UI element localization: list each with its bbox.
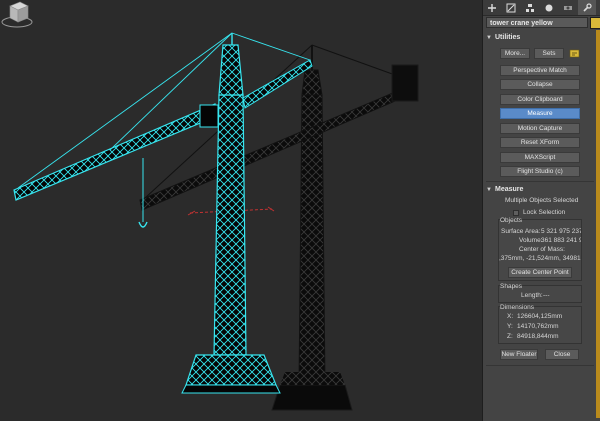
length-label: Length: bbox=[521, 292, 543, 299]
display-icon bbox=[564, 5, 572, 10]
scrollbar-thumb[interactable] bbox=[596, 30, 600, 418]
objects-group-label: Objects bbox=[500, 217, 523, 224]
command-panel: tower crane yellow ▼ Utilities More... Se… bbox=[482, 0, 600, 421]
modify-icon bbox=[506, 3, 516, 12]
shapes-group-label: Shapes bbox=[500, 283, 523, 290]
volume-label: Volume: bbox=[519, 237, 543, 244]
flight-studio-button[interactable]: Flight Studio (c) bbox=[500, 166, 580, 177]
sets-button[interactable]: Sets bbox=[534, 48, 564, 59]
dimension-y-value: 14170,762mm bbox=[517, 323, 559, 330]
utilities-icon bbox=[583, 2, 592, 12]
perspective-viewport[interactable] bbox=[0, 0, 482, 421]
viewcube-icon[interactable] bbox=[0, 0, 34, 30]
motion-capture-button[interactable]: Motion Capture bbox=[500, 123, 580, 134]
lock-selection-label: Lock Selection bbox=[523, 209, 566, 216]
close-button[interactable]: Close bbox=[545, 349, 579, 360]
tab-display[interactable] bbox=[559, 0, 577, 15]
new-floater-button[interactable]: New Floater bbox=[500, 349, 538, 360]
dimension-x-value: 126604,125mm bbox=[517, 313, 563, 320]
dimension-y-label: Y: bbox=[507, 323, 513, 330]
rollout-collapse-icon: ▼ bbox=[486, 35, 492, 41]
utilities-rollout-header[interactable]: ▼ Utilities bbox=[486, 32, 594, 43]
object-name-field[interactable]: tower crane yellow bbox=[486, 17, 588, 28]
utilities-title: Utilities bbox=[495, 34, 521, 41]
volume-value: 361 883 241 9 bbox=[541, 237, 581, 244]
object-color-swatch[interactable] bbox=[590, 17, 600, 29]
command-panel-scrollbar[interactable] bbox=[596, 30, 600, 418]
dimension-z-value: 84918,844mm bbox=[517, 333, 559, 340]
motion-icon bbox=[545, 4, 553, 11]
hierarchy-icon bbox=[526, 3, 534, 12]
selection-status: Multiple Objects Selected bbox=[505, 197, 579, 204]
surface-area-value: 5 321 975 237 bbox=[541, 228, 581, 235]
scene-render bbox=[13, 32, 419, 411]
dimensions-group-label: Dimensions bbox=[500, 304, 534, 311]
tab-motion[interactable] bbox=[540, 0, 558, 15]
app-window: tower crane yellow ▼ Utilities More... Se… bbox=[0, 0, 600, 421]
center-of-mass-label: Center of Mass: bbox=[519, 246, 565, 253]
center-of-mass-value: ,375mm, -21,524mm, 34981 bbox=[499, 255, 581, 262]
length-value: --- bbox=[543, 292, 550, 299]
create-center-point-button[interactable]: Create Center Point bbox=[508, 267, 572, 278]
reset-xform-button[interactable]: Reset XForm bbox=[500, 137, 580, 148]
configure-sets-icon[interactable] bbox=[569, 48, 580, 59]
color-clipboard-button[interactable]: Color Clipboard bbox=[500, 94, 580, 105]
dimension-z-label: Z: bbox=[507, 333, 513, 340]
create-icon bbox=[488, 3, 496, 12]
tab-modify[interactable] bbox=[502, 0, 520, 15]
collapse-button[interactable]: Collapse bbox=[500, 79, 580, 90]
more-button[interactable]: More... bbox=[500, 48, 530, 59]
crane-selected-model[interactable] bbox=[13, 32, 313, 394]
measure-button[interactable]: Measure bbox=[500, 108, 580, 119]
maxscript-button[interactable]: MAXScript bbox=[500, 152, 580, 163]
rollout-collapse-icon: ▼ bbox=[486, 187, 492, 193]
perspective-match-button[interactable]: Perspective Match bbox=[500, 65, 580, 76]
dimension-x-label: X: bbox=[507, 313, 514, 320]
surface-area-label: Surface Area: bbox=[501, 228, 541, 235]
lock-selection-checkbox[interactable] bbox=[513, 210, 519, 216]
tab-utilities[interactable] bbox=[578, 0, 596, 15]
measure-title: Measure bbox=[495, 186, 524, 193]
tab-create[interactable] bbox=[483, 0, 501, 15]
rollout-divider bbox=[486, 365, 594, 366]
command-panel-tabs bbox=[483, 0, 600, 16]
measure-rollout-header[interactable]: ▼ Measure bbox=[486, 184, 594, 195]
crane-black-model bbox=[139, 44, 419, 411]
rollout-divider bbox=[486, 181, 594, 182]
tab-hierarchy[interactable] bbox=[521, 0, 539, 15]
